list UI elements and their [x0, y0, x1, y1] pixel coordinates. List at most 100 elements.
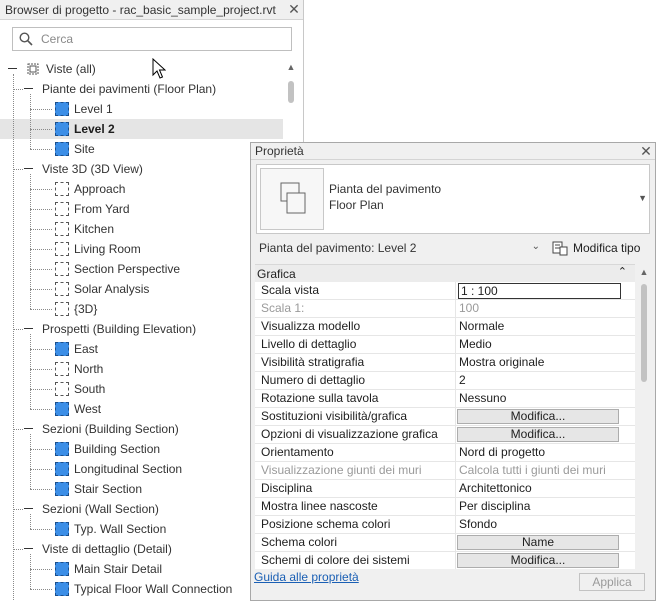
- tree-item-group[interactable]: Prospetti (Building Elevation): [0, 319, 283, 339]
- tree-item-label: North: [74, 362, 104, 376]
- tree-connector: [30, 449, 52, 450]
- tree-item-label: Viste (all): [46, 62, 96, 76]
- properties-panel: Proprietà ✕ Pianta del pavimento Floor P…: [250, 142, 656, 601]
- tree-item-label: Viste 3D (3D View): [42, 162, 143, 176]
- property-row: Schema colori Name: [255, 534, 635, 552]
- property-name: Disciplina: [255, 480, 456, 497]
- property-value-cell[interactable]: Name: [456, 534, 635, 551]
- tree-item-group[interactable]: Piante dei pavimenti (Floor Plan): [0, 79, 283, 99]
- property-value[interactable]: Per disciplina: [456, 498, 635, 515]
- properties-scrollbar[interactable]: ▲: [636, 264, 651, 569]
- close-icon[interactable]: ✕: [285, 1, 303, 18]
- tree-item-label: Solar Analysis: [74, 282, 150, 296]
- tree-item-group[interactable]: Viste di dettaglio (Detail): [0, 539, 283, 559]
- property-value-cell[interactable]: Modifica...: [456, 426, 635, 443]
- tree-connector: [30, 149, 52, 150]
- tree-connector: [30, 334, 31, 409]
- property-edit-button[interactable]: Modifica...: [457, 409, 619, 424]
- property-value[interactable]: Nord di progetto: [456, 444, 635, 461]
- tree-item-label: Approach: [74, 182, 126, 196]
- property-row: Sostituzioni visibilità/grafica Modifica.…: [255, 408, 635, 426]
- tree-connector: [30, 369, 52, 370]
- tree-item-root[interactable]: Viste (all): [0, 59, 283, 79]
- property-value: Calcola tutti i giunti dei muri: [459, 463, 606, 477]
- close-icon[interactable]: ✕: [637, 143, 655, 160]
- tree-connector: [30, 289, 52, 290]
- tree-item-label: Kitchen: [74, 222, 115, 236]
- property-value[interactable]: Mostra originale: [456, 354, 635, 371]
- tree-connector: [30, 409, 52, 410]
- tree-connector: [30, 189, 52, 190]
- chevron-down-icon[interactable]: ▼: [638, 193, 647, 203]
- property-value[interactable]: Medio: [456, 336, 635, 353]
- property-edit-button[interactable]: Modifica...: [457, 427, 619, 442]
- instance-filter-dropdown[interactable]: Pianta del pavimento: Level 2 ⌄: [256, 238, 546, 258]
- chevron-down-icon: ⌄: [531, 241, 540, 252]
- section-header-graphics[interactable]: Grafica ⌃: [255, 265, 635, 282]
- scroll-up-icon[interactable]: ▲: [286, 62, 296, 72]
- property-value[interactable]: Nessuno: [456, 390, 635, 407]
- tree-item-group[interactable]: Sezioni (Building Section): [0, 419, 283, 439]
- property-row: Orientamento Nord di progetto: [255, 444, 635, 462]
- 3d-view-icon: [55, 302, 69, 316]
- collapse-toggle-icon[interactable]: [8, 64, 17, 73]
- collapse-toggle-icon[interactable]: [24, 324, 33, 333]
- property-row: Livello di dettaglio Medio: [255, 336, 635, 354]
- section-view-icon: [55, 522, 69, 536]
- 3d-view-icon: [55, 182, 69, 196]
- property-value-input[interactable]: 1 : 100: [458, 283, 621, 299]
- search-box[interactable]: [12, 27, 292, 51]
- property-name: Visibilità stratigrafia: [255, 354, 456, 371]
- tree-connector: [30, 129, 52, 130]
- tree-item-label: Sezioni (Building Section): [42, 422, 179, 436]
- property-value[interactable]: Sfondo: [456, 516, 635, 533]
- search-input[interactable]: [41, 32, 271, 46]
- property-value[interactable]: Architettonico: [456, 480, 635, 497]
- property-edit-button[interactable]: Name: [457, 535, 619, 550]
- property-value[interactable]: Normale: [456, 318, 635, 335]
- scroll-thumb[interactable]: [641, 284, 647, 382]
- tree-connector: [30, 109, 52, 110]
- tree-item-label: Living Room: [74, 242, 141, 256]
- scroll-up-icon[interactable]: ▲: [639, 267, 649, 277]
- tree-connector: [30, 174, 31, 309]
- tree-item-label: South: [74, 382, 106, 396]
- tree-item-label: Site: [74, 142, 95, 156]
- collapse-icon[interactable]: ⌃: [618, 265, 627, 278]
- properties-help-link[interactable]: Guida alle proprietà: [254, 570, 359, 584]
- property-value-cell[interactable]: Modifica...: [456, 408, 635, 425]
- property-name: Opzioni di visualizzazione grafica: [255, 426, 456, 443]
- tree-connector: [30, 269, 52, 270]
- edit-type-button[interactable]: Modifica tipo: [552, 240, 640, 256]
- properties-titlebar[interactable]: Proprietà ✕: [251, 143, 655, 160]
- tree-item-label: Typ. Wall Section: [74, 522, 167, 536]
- floor-plan-view-icon: [55, 102, 69, 116]
- property-value-cell[interactable]: Modifica...: [456, 552, 635, 569]
- tree-connector: [13, 509, 23, 510]
- collapse-toggle-icon[interactable]: [24, 164, 33, 173]
- collapse-toggle-icon[interactable]: [24, 84, 33, 93]
- project-browser-titlebar[interactable]: Browser di progetto - rac_basic_sample_p…: [0, 0, 303, 20]
- property-row: Rotazione sulla tavola Nessuno: [255, 390, 635, 408]
- collapse-toggle-icon[interactable]: [24, 504, 33, 513]
- properties-grid: Grafica ⌃ Scala vista 1 : 100 Scala 1: 100 V…: [255, 264, 635, 569]
- property-name: Scala vista: [255, 282, 456, 299]
- property-value[interactable]: 2: [456, 372, 635, 389]
- tree-item-group[interactable]: Sezioni (Wall Section): [0, 499, 283, 519]
- search-icon: [19, 32, 33, 46]
- instance-filter-label: Pianta del pavimento: Level 2: [259, 241, 417, 255]
- collapse-toggle-icon[interactable]: [24, 424, 33, 433]
- apply-button[interactable]: Applica: [579, 573, 645, 591]
- property-name: Rotazione sulla tavola: [255, 390, 456, 407]
- collapse-toggle-icon[interactable]: [24, 544, 33, 553]
- property-edit-button[interactable]: Modifica...: [457, 553, 619, 568]
- tree-connector: [13, 429, 23, 430]
- tree-item-group[interactable]: Viste 3D (3D View): [0, 159, 283, 179]
- 3d-view-icon: [55, 242, 69, 256]
- floor-plan-view-icon: [55, 122, 69, 136]
- tree-connector: [30, 209, 52, 210]
- scroll-thumb[interactable]: [288, 81, 294, 103]
- tree-item-label: Typical Floor Wall Connection: [74, 582, 233, 596]
- tree-item-label: {3D}: [74, 302, 98, 316]
- type-selector[interactable]: Pianta del pavimento Floor Plan ▼: [256, 164, 650, 234]
